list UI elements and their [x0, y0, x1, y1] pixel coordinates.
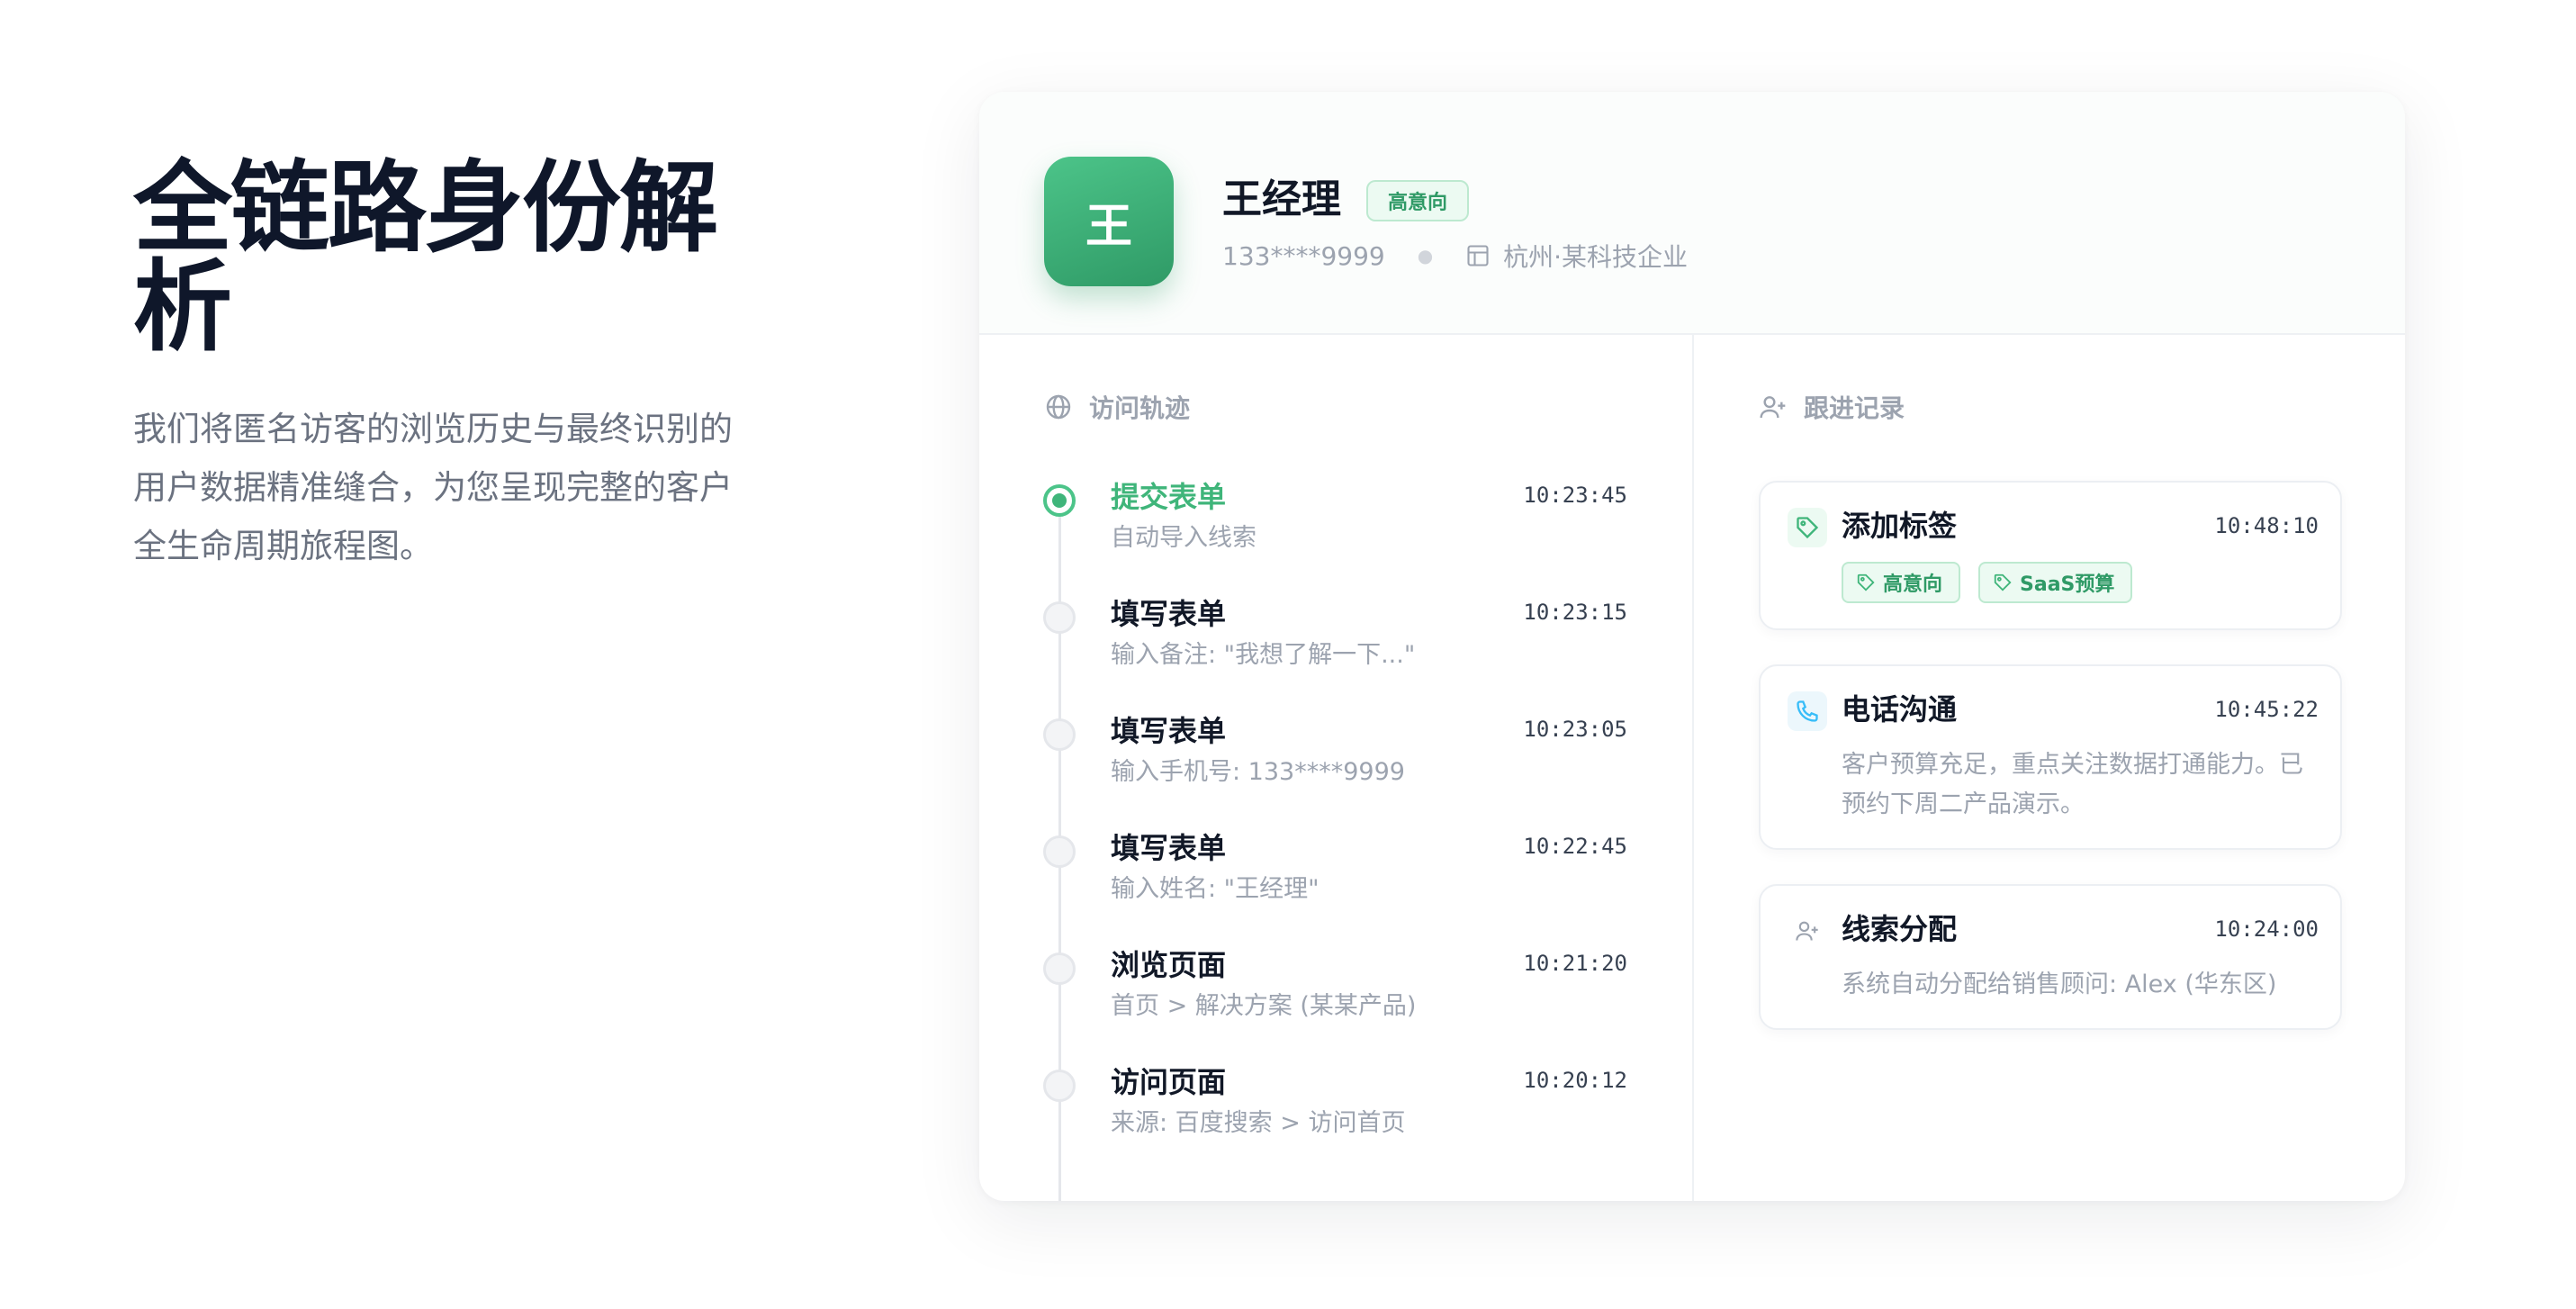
- timeline-dot: [1043, 718, 1076, 751]
- tag-chip[interactable]: SaaS预算: [1978, 562, 2133, 603]
- tag-icon: [1788, 508, 1827, 547]
- timeline-item-title: 填写表单: [1111, 831, 1227, 865]
- avatar: 王: [1044, 157, 1174, 286]
- intent-badge: 高意向: [1366, 180, 1470, 221]
- profile-header: 王 王经理 高意向 133****9999 ● 杭州·某科技企业: [979, 92, 2405, 335]
- follow-up-card-title: 添加标签: [1842, 509, 1958, 543]
- follow-up-card-time: 10:24:00: [2214, 916, 2319, 942]
- timeline-item-time: 10:23:05: [1523, 717, 1627, 742]
- follow-up-title: 跟进记录: [1804, 393, 1905, 423]
- timeline-dot: [1043, 1070, 1076, 1102]
- timeline-item[interactable]: 访问页面 来源: 百度搜索 > 访问首页 10:20:12: [979, 1062, 1692, 1179]
- timeline-item-time: 10:22:45: [1523, 834, 1627, 859]
- tag-label: SaaS预算: [2020, 573, 2115, 596]
- user-plus-icon: [1788, 911, 1827, 951]
- phone-icon: [1788, 691, 1827, 731]
- meta-separator: ●: [1417, 245, 1434, 266]
- follow-up-card-assignment[interactable]: 线索分配 10:24:00 系统自动分配给销售顾问: Alex (华东区): [1759, 884, 2342, 1030]
- follow-up-card-phone[interactable]: 电话沟通 10:45:22 客户预算充足，重点关注数据打通能力。已预约下周二产品…: [1759, 664, 2342, 850]
- timeline-dot: [1043, 601, 1076, 634]
- timeline-item-title: 填写表单: [1111, 597, 1227, 631]
- follow-up-card-title: 电话沟通: [1842, 692, 1958, 727]
- page: 全链路身份解析 我们将匿名访客的浏览历史与最终识别的用户数据精准缝合，为您呈现完…: [0, 0, 2576, 1309]
- timeline-item-desc: 首页 > 解决方案 (某某产品): [1111, 992, 1417, 1020]
- hero-title: 全链路身份解析: [133, 150, 718, 365]
- follow-up-header: 跟进记录: [1759, 389, 1905, 425]
- timeline-item-title: 提交表单: [1111, 480, 1227, 514]
- timeline-item[interactable]: 填写表单 输入姓名: "王经理" 10:22:45: [979, 828, 1692, 945]
- timeline-item[interactable]: 填写表单 输入手机号: 133****9999 10:23:05: [979, 711, 1692, 828]
- timeline-item-title: 浏览页面: [1111, 948, 1227, 982]
- timeline-item-desc: 来源: 百度搜索 > 访问首页: [1111, 1109, 1406, 1137]
- customer-name: 王经理: [1222, 176, 1341, 222]
- hero-description: 我们将匿名访客的浏览历史与最终识别的用户数据精准缝合，为您呈现完整的客户全生命周…: [133, 410, 733, 565]
- timeline-dot: [1043, 952, 1076, 985]
- timeline-item[interactable]: 浏览页面 首页 > 解决方案 (某某产品) 10:21:20: [979, 945, 1692, 1062]
- company-name: 杭州·某科技企业: [1503, 242, 1689, 272]
- visit-track-title: 访问轨迹: [1089, 393, 1191, 423]
- follow-up-card-title: 线索分配: [1842, 912, 1958, 946]
- follow-up-card-body: 系统自动分配给销售顾问: Alex (华东区): [1842, 970, 2277, 998]
- user-plus-icon: [1760, 396, 1786, 419]
- timeline-item-title: 填写表单: [1111, 714, 1227, 748]
- timeline-item-time: 10:23:15: [1523, 600, 1627, 625]
- column-divider: [1692, 335, 1694, 1201]
- profile-meta: 133****9999 ● 杭州·某科技企业: [1222, 238, 1688, 274]
- timeline-item-title: 访问页面: [1111, 1065, 1227, 1099]
- timeline-item-time: 10:20:12: [1523, 1068, 1627, 1093]
- follow-up-card-tags[interactable]: 添加标签 10:48:10 高意向 SaaS预算: [1759, 481, 2342, 630]
- tag-icon: [1857, 573, 1875, 591]
- hero-section: 全链路身份解析 我们将匿名访客的浏览历史与最终识别的用户数据精准缝合，为您呈现完…: [133, 158, 781, 575]
- building-icon: [1467, 245, 1489, 266]
- customer-journey-card: 王 王经理 高意向 133****9999 ● 杭州·某科技企业 访问轨迹 提交…: [979, 92, 2405, 1201]
- timeline-item-desc: 输入备注: "我想了解一下...": [1111, 641, 1416, 669]
- timeline-dot: [1043, 835, 1076, 868]
- phone-number: 133****9999: [1222, 240, 1385, 271]
- follow-up-card-time: 10:48:10: [2214, 513, 2319, 538]
- follow-up-card-body: 客户预算充足，重点关注数据打通能力。已预约下周二产品演示。: [1842, 751, 2303, 818]
- timeline-item[interactable]: 填写表单 输入备注: "我想了解一下..." 10:23:15: [979, 594, 1692, 711]
- follow-up-card-time: 10:45:22: [2214, 697, 2319, 722]
- visit-track-header: 访问轨迹: [1044, 389, 1190, 425]
- timeline-item-desc: 输入姓名: "王经理": [1111, 875, 1320, 903]
- timeline-item[interactable]: 提交表单 自动导入线索 10:23:45: [979, 477, 1692, 594]
- timeline-item-desc: 输入手机号: 133****9999: [1111, 758, 1405, 786]
- timeline-item-time: 10:23:45: [1523, 483, 1627, 508]
- tag-chip[interactable]: 高意向: [1842, 562, 1961, 603]
- globe-icon: [1046, 394, 1071, 420]
- timeline-item-time: 10:21:20: [1523, 951, 1627, 976]
- timeline-item-desc: 自动导入线索: [1111, 524, 1256, 552]
- tag-icon: [1994, 573, 2012, 591]
- tag-label: 高意向: [1883, 573, 1943, 596]
- timeline-dot-active: [1043, 484, 1076, 517]
